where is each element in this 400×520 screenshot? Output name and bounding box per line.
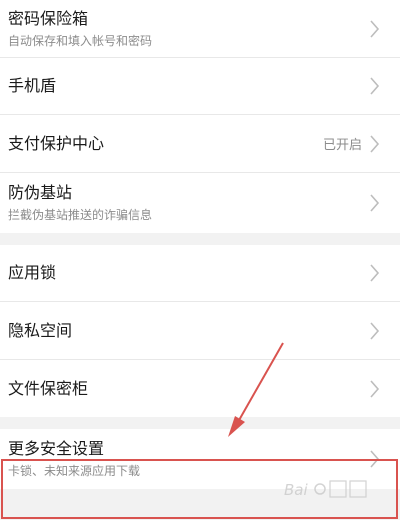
status-label: 已开启 (322, 138, 362, 153)
settings-item-password-vault[interactable]: 密码保险箱 自动保存和填入帐号和密码 (0, 0, 400, 58)
chevron-right-icon (370, 321, 380, 340)
item-title: 隐私空间 (8, 320, 73, 340)
security-group-1: 密码保险箱 自动保存和填入帐号和密码 手机盾 支付保护中心 已开启 防伪基站 拦… (0, 0, 400, 233)
baidu-jingyan-watermark: Bai (282, 476, 378, 504)
item-title: 手机盾 (8, 76, 57, 95)
item-subtitle: 拦截伪基站推送的诈骗信息 (8, 208, 153, 222)
svg-text:Bai: Bai (284, 481, 308, 499)
item-title: 支付保护中心 (8, 133, 105, 153)
settings-item-fake-base-station[interactable]: 防伪基站 拦截伪基站推送的诈骗信息 (0, 173, 400, 233)
item-title: 防伪基站 (8, 183, 73, 202)
chevron-right-icon (370, 379, 380, 398)
item-title: 应用锁 (8, 263, 57, 282)
settings-item-app-lock[interactable]: 应用锁 (0, 245, 400, 302)
item-title: 密码保险箱 (8, 8, 89, 28)
chevron-right-icon (370, 450, 380, 468)
chevron-right-icon (370, 77, 380, 95)
chevron-right-icon (370, 134, 380, 153)
item-subtitle: 自动保存和填入帐号和密码 (8, 33, 153, 48)
chevron-right-icon (370, 19, 380, 38)
security-group-2: 应用锁 隐私空间 文件保密柜 (0, 245, 400, 417)
item-title: 文件保密柜 (8, 378, 89, 398)
settings-item-private-space[interactable]: 隐私空间 (0, 302, 400, 360)
settings-item-file-safe[interactable]: 文件保密柜 (0, 360, 400, 417)
chevron-right-icon (370, 194, 380, 212)
settings-item-phone-shield[interactable]: 手机盾 (0, 58, 400, 115)
section-gap (0, 233, 400, 245)
settings-item-payment-protection[interactable]: 支付保护中心 已开启 (0, 115, 400, 173)
chevron-right-icon (370, 264, 380, 282)
item-title: 更多安全设置 (8, 439, 105, 458)
section-gap (0, 417, 400, 429)
